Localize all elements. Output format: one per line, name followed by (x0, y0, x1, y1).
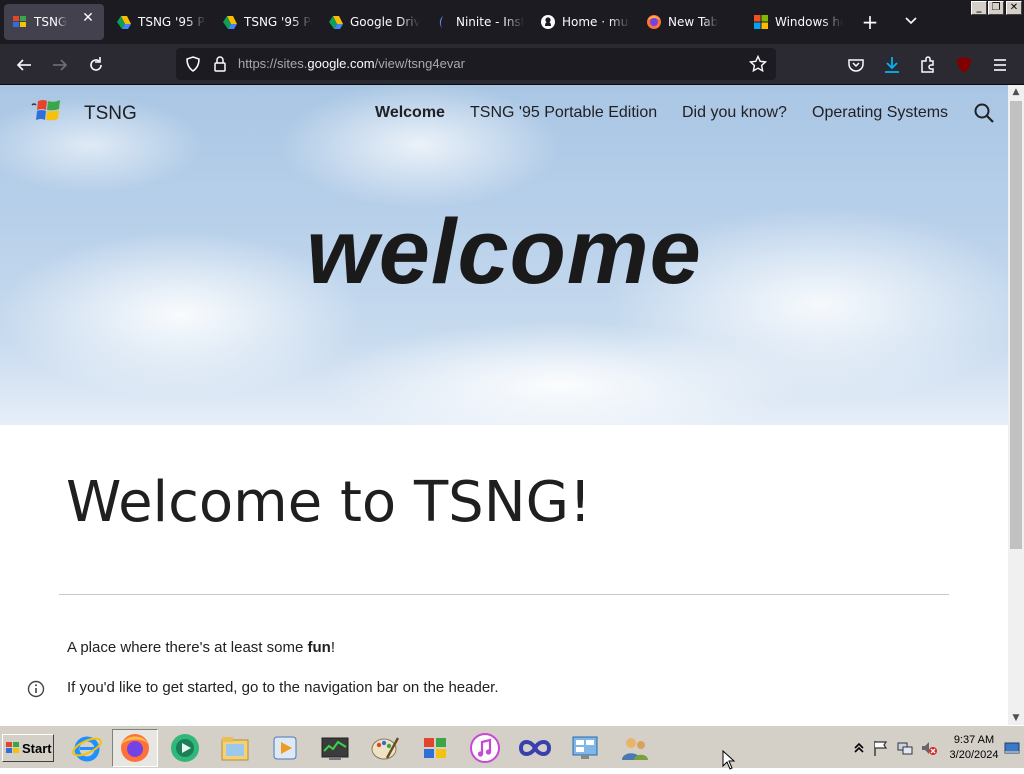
mouse-cursor-icon (722, 749, 736, 770)
pocket-icon[interactable] (846, 55, 866, 75)
tab-new-tab[interactable]: New Tab (646, 4, 736, 40)
info-icon[interactable] (27, 680, 45, 698)
control-panel-icon[interactable] (562, 729, 608, 767)
getting-started-paragraph: If you'd like to get started, go to the … (67, 679, 499, 696)
scroll-thumb[interactable] (1010, 101, 1022, 549)
clock[interactable]: 9:37 AM 3/20/2024 (944, 733, 1004, 763)
hero-banner: TSNG Welcome TSNG '95 Portable Edition D… (0, 85, 1008, 425)
site-name[interactable]: TSNG (84, 103, 137, 125)
intro-paragraph: A place where there's at least some fun! (67, 639, 335, 656)
users-icon[interactable] (612, 729, 658, 767)
divider (59, 594, 949, 595)
google-drive-icon (222, 14, 238, 30)
tab-github[interactable]: Home · musk (540, 4, 630, 40)
system-tray: 9:37 AM 3/20/2024 (850, 729, 1020, 767)
show-desktop-icon[interactable] (1004, 739, 1020, 757)
tab-windows-help[interactable]: Windows hel (753, 4, 843, 40)
firefox-icon[interactable] (112, 729, 158, 767)
clock-time: 9:37 AM (953, 734, 995, 746)
new-tab-button[interactable]: + (860, 12, 880, 32)
internet-explorer-icon[interactable] (64, 729, 110, 767)
chevron-down-icon[interactable] (902, 12, 920, 30)
hero-title: welcome (306, 201, 702, 303)
tab-tsng95-1[interactable]: TSNG '95 Por (116, 4, 206, 40)
github-icon (540, 14, 556, 30)
network-icon[interactable] (896, 739, 914, 757)
itunes-icon[interactable] (462, 729, 508, 767)
page-viewport: TSNG Welcome TSNG '95 Portable Edition D… (0, 85, 1008, 725)
page-heading: Welcome to TSNG! (66, 470, 592, 535)
shield-icon[interactable] (184, 55, 202, 77)
tab-google-drive[interactable]: Google Drive (328, 4, 420, 40)
system-monitor-icon[interactable] (312, 729, 358, 767)
tab-tsng95-2[interactable]: TSNG '95 Por (222, 4, 312, 40)
bookmark-star-icon[interactable] (748, 54, 768, 77)
chevron-up-icon[interactable] (852, 739, 870, 757)
back-button[interactable] (14, 55, 34, 75)
site-logo[interactable] (30, 97, 64, 127)
navigation-toolbar: https://sites.google.com/view/tsng4evar … (0, 44, 1024, 106)
taskbar: Start 9:37 AM 3/20/2024 (0, 725, 1024, 768)
forward-button[interactable] (50, 55, 70, 75)
search-icon[interactable] (973, 102, 995, 124)
file-explorer-icon[interactable] (212, 729, 258, 767)
extensions-icon[interactable] (918, 55, 938, 75)
close-window-button[interactable]: ✕ (1006, 1, 1022, 15)
speaker-muted-icon[interactable] (920, 739, 938, 757)
infinity-app-icon[interactable] (512, 729, 558, 767)
google-drive-icon (116, 14, 132, 30)
downloads-icon[interactable] (882, 55, 902, 75)
paint-icon[interactable] (362, 729, 408, 767)
windows-logo-icon (753, 14, 769, 30)
windows-flag-icon (6, 741, 20, 755)
reload-button[interactable] (86, 55, 106, 75)
action-center-flag-icon[interactable] (872, 739, 890, 757)
firefox-icon (646, 14, 662, 30)
tab-title: TSNG (34, 15, 68, 29)
page-scrollbar[interactable]: ▲ ▼ (1008, 85, 1024, 725)
media-center-icon[interactable] (262, 729, 308, 767)
tab-strip: TSNG ✕ TSNG '95 Por TSNG '95 Por Google … (0, 0, 1024, 44)
windows-flag-icon[interactable] (412, 729, 458, 767)
scroll-down-arrow[interactable]: ▼ (1008, 711, 1024, 725)
start-button[interactable]: Start (2, 734, 54, 762)
tab-ninite[interactable]: Ninite - Insta (434, 4, 524, 40)
url-text: https://sites.google.com/view/tsng4evar (238, 56, 465, 71)
nav-did-you-know[interactable]: Did you know? (682, 104, 787, 122)
google-drive-icon (328, 14, 344, 30)
url-bar[interactable]: https://sites.google.com/view/tsng4evar (176, 48, 776, 80)
menu-icon[interactable] (990, 55, 1010, 75)
windows-flag-icon (12, 14, 28, 30)
lock-icon[interactable] (212, 55, 228, 77)
ublock-origin-icon[interactable] (954, 55, 974, 75)
restore-button[interactable]: ❐ (988, 1, 1004, 15)
media-player-icon[interactable] (162, 729, 208, 767)
nav-welcome[interactable]: Welcome (375, 104, 445, 122)
nav-tsng95-portable[interactable]: TSNG '95 Portable Edition (470, 104, 657, 122)
scroll-up-arrow[interactable]: ▲ (1008, 85, 1024, 99)
minimize-button[interactable]: _ (971, 1, 987, 15)
nav-operating-systems[interactable]: Operating Systems (812, 104, 948, 122)
clock-date: 3/20/2024 (949, 749, 999, 761)
close-tab-icon[interactable]: ✕ (80, 10, 96, 26)
ninite-icon (434, 14, 450, 30)
